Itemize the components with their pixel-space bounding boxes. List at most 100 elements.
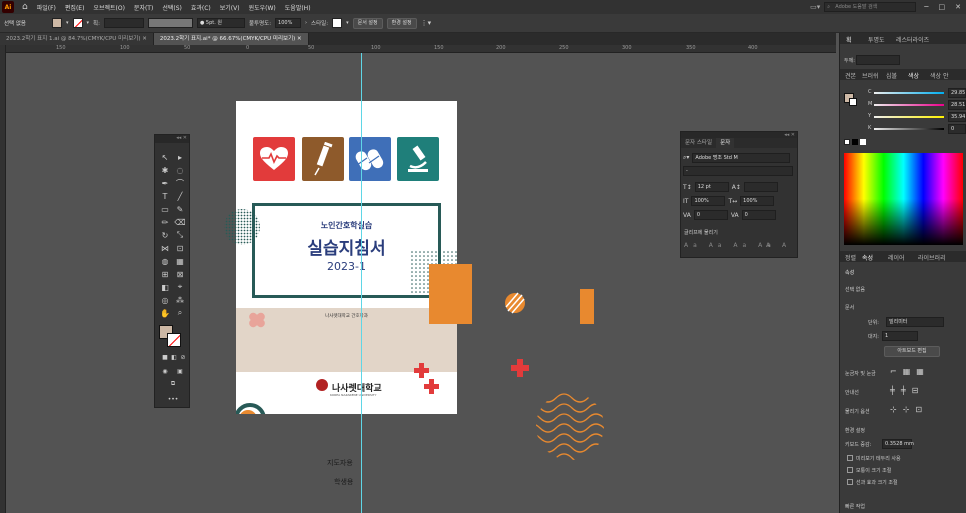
white-color-icon[interactable] xyxy=(860,139,866,145)
horizontal-scale-field[interactable]: 100% xyxy=(740,196,775,206)
orange-rectangle[interactable] xyxy=(429,264,458,324)
direct-selection-tool-icon[interactable]: ▸ xyxy=(174,151,186,163)
glyph-snap-icons[interactable]: Aa Aa Aa Aa xyxy=(684,242,776,249)
guides-icons[interactable]: ╪╪⊟ xyxy=(890,386,924,395)
rulers-grid-icons[interactable]: ⌐▦▦ xyxy=(890,367,930,376)
magenta-slider[interactable] xyxy=(874,104,944,106)
orange-bar[interactable] xyxy=(580,289,594,324)
rectangle-tool-icon[interactable]: ▭ xyxy=(159,203,171,215)
cyan-field[interactable]: 29.85 xyxy=(948,88,966,98)
tab-color-guide[interactable]: 색상 안 xyxy=(930,71,948,80)
tab-brushes[interactable]: 브러쉬 xyxy=(862,71,879,80)
tab-symbols[interactable]: 심볼 xyxy=(886,71,897,80)
close-tab-icon[interactable]: ✕ xyxy=(142,36,147,42)
red-cross-small-icon[interactable] xyxy=(510,358,530,378)
rotate-tool-icon[interactable]: ↻ xyxy=(159,229,171,241)
more-tools-icon[interactable]: ••• xyxy=(167,393,179,405)
scale-corners-checkbox[interactable] xyxy=(847,467,853,473)
mesh-tool-icon[interactable]: ⊠ xyxy=(174,268,186,280)
black-field[interactable]: 0 xyxy=(948,124,966,134)
tab-properties[interactable]: 속성 xyxy=(862,253,873,262)
black-slider[interactable] xyxy=(874,128,944,130)
brush-tool-icon[interactable]: ✎ xyxy=(174,203,186,215)
line-tool-icon[interactable]: ╱ xyxy=(174,190,186,202)
wave-circle-decoration[interactable] xyxy=(534,390,606,462)
tab-color[interactable]: 색상 xyxy=(908,71,919,80)
opacity-arrow-icon[interactable]: › xyxy=(305,20,307,26)
yellow-slider[interactable] xyxy=(874,116,944,118)
tab-swatches[interactable]: 견본 xyxy=(845,71,856,80)
color-stroke-swatch[interactable] xyxy=(849,98,857,106)
type-tool-icon[interactable]: T xyxy=(159,190,171,202)
lasso-tool-icon[interactable]: ◌ xyxy=(174,164,186,176)
pencil-tool-icon[interactable]: ✏ xyxy=(159,216,171,228)
pen-tool-icon[interactable]: ✒ xyxy=(159,177,171,189)
cyan-slider[interactable] xyxy=(874,92,944,94)
magic-wand-tool-icon[interactable]: ✱ xyxy=(159,164,171,176)
draw-mode-icon[interactable]: ◉ xyxy=(159,365,171,377)
units-select[interactable]: 밀리미터 xyxy=(886,317,944,327)
preview-bounds-checkbox[interactable] xyxy=(847,455,853,461)
style-dropdown-icon[interactable]: ▾ xyxy=(346,20,349,26)
preferences-button[interactable]: 환경 설정 xyxy=(386,17,417,29)
arrange-icon[interactable]: ⋮▾ xyxy=(421,19,432,27)
none-color-icon[interactable] xyxy=(844,139,850,145)
home-icon[interactable]: ⌂ xyxy=(22,2,28,12)
blend-tool-icon[interactable]: ◎ xyxy=(159,294,171,306)
tab-stroke[interactable]: 획 xyxy=(846,35,852,44)
keyboard-increment-field[interactable]: 0.3528 mm xyxy=(882,439,914,449)
none-mode-icon[interactable]: ⊘ xyxy=(177,351,189,363)
horizontal-ruler[interactable]: 150 100 50 0 50 100 150 200 250 300 350 … xyxy=(6,45,836,53)
tracking-field[interactable]: 0 xyxy=(741,210,776,220)
artboard-select[interactable]: 1 xyxy=(882,331,918,341)
label-student[interactable]: 학생용 xyxy=(334,477,353,487)
tab-document-2[interactable]: 2023.2학기 표지.ai* @ 66.67%(CMYK/CPU 미리보기) … xyxy=(153,33,309,45)
stroke-swatch[interactable] xyxy=(72,18,83,28)
scale-strokes-checkbox[interactable] xyxy=(847,479,853,485)
vertical-scale-field[interactable]: 100% xyxy=(691,196,726,206)
tab-align[interactable]: 정렬 xyxy=(845,253,856,262)
edit-artboard-button[interactable]: 아트보드 편집 xyxy=(884,346,940,357)
menu-view[interactable]: 보기(V) xyxy=(220,3,240,12)
font-size-field[interactable]: 12 pt xyxy=(694,182,729,192)
magenta-field[interactable]: 28.51 xyxy=(948,100,966,110)
orange-rectangle-offcanvas[interactable] xyxy=(458,264,472,324)
menu-type[interactable]: 문자(T) xyxy=(134,3,153,12)
symbol-sprayer-tool-icon[interactable]: ⁂ xyxy=(174,294,186,306)
black-color-icon[interactable] xyxy=(852,139,858,145)
zoom-tool-icon[interactable]: ⌕ xyxy=(174,307,186,319)
app-logo[interactable]: Ai xyxy=(2,1,14,13)
tab-libraries[interactable]: 라이브러리 xyxy=(918,253,946,262)
label-teacher[interactable]: 지도자용 xyxy=(327,458,353,468)
fill-dropdown-icon[interactable]: ▾ xyxy=(66,20,69,26)
menu-window[interactable]: 윈도우(W) xyxy=(249,3,276,12)
case-icons[interactable]: A A xyxy=(766,242,791,249)
menu-object[interactable]: 오브젝트(O) xyxy=(93,3,125,12)
tab-character-style[interactable]: 문자 스타일 xyxy=(681,138,716,148)
perspective-tool-icon[interactable]: ⊞ xyxy=(159,268,171,280)
shape-builder-tool-icon[interactable]: ◍ xyxy=(159,255,171,267)
opacity-field[interactable]: 100% xyxy=(275,18,302,28)
selection-tool-icon[interactable]: ↖ xyxy=(159,151,171,163)
width-tool-icon[interactable]: ⋈ xyxy=(159,242,171,254)
eyedropper-tool-icon[interactable]: ⌖ xyxy=(174,281,186,293)
document-setup-button[interactable]: 문서 설정 xyxy=(352,17,383,29)
striped-circle-decoration[interactable] xyxy=(504,291,526,315)
menu-help[interactable]: 도움말(H) xyxy=(285,3,311,12)
style-swatch[interactable] xyxy=(332,18,343,28)
maximize-icon[interactable]: □ xyxy=(939,3,946,11)
vertical-ruler[interactable] xyxy=(0,45,6,513)
menu-edit[interactable]: 편집(E) xyxy=(65,3,85,12)
workspace-icon[interactable]: ▭▾ xyxy=(810,3,820,11)
close-tab-icon[interactable]: ✕ xyxy=(297,36,302,42)
yellow-field[interactable]: 35.94 xyxy=(948,112,966,122)
menu-select[interactable]: 선택(S) xyxy=(162,3,182,12)
tab-transparency[interactable]: 투명도 xyxy=(868,35,885,44)
free-transform-tool-icon[interactable]: ⊡ xyxy=(174,242,186,254)
tab-layers[interactable]: 레이어 xyxy=(888,253,905,262)
screen-mode-icon[interactable]: ▣ xyxy=(174,365,186,377)
hand-tool-icon[interactable]: ✋ xyxy=(159,307,171,319)
tab-document-1[interactable]: 2023.2학기 표지 1.ai @ 84.7%(CMYK/CPU 미리보기) … xyxy=(0,33,154,45)
stroke-color-swatch[interactable] xyxy=(167,333,181,347)
font-family-select[interactable]: Adobe 명조 Std M xyxy=(692,153,791,163)
